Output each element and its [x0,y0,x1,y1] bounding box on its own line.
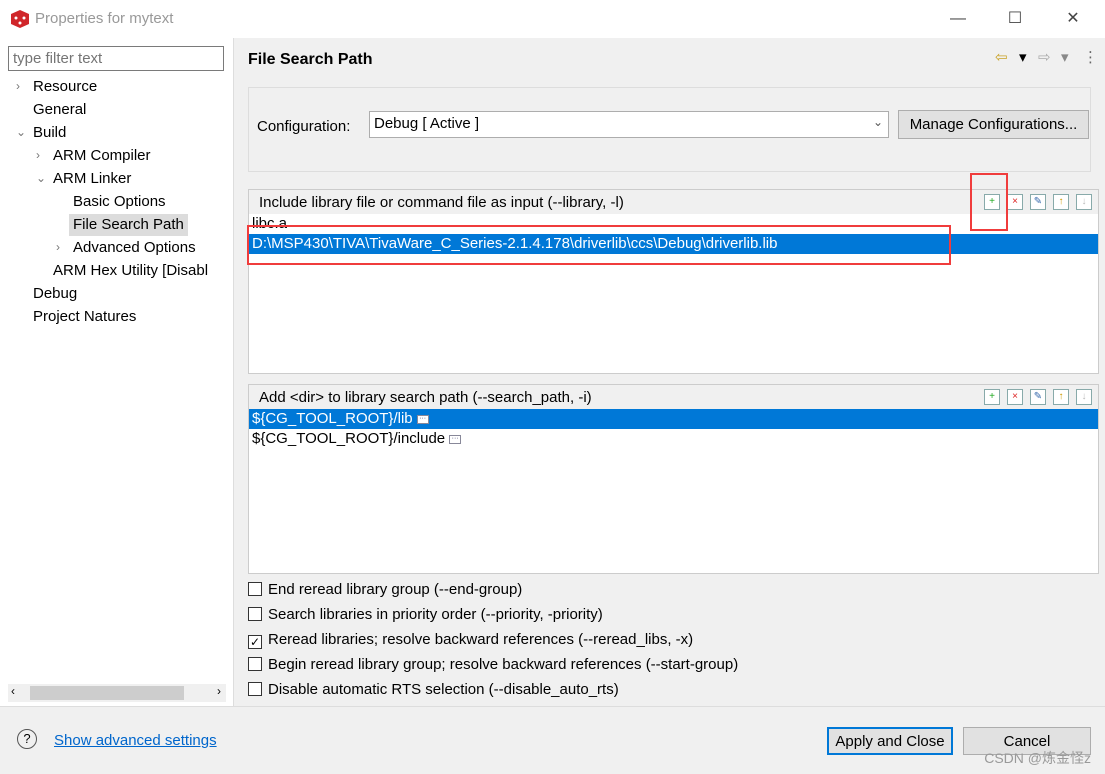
configuration-group: Configuration: Debug [ Active ] ⌄ Manage… [248,87,1091,172]
main-panel: File Search Path ⇦ ▾ ⇨ ▾ ⋮ Configuration… [235,38,1105,706]
sidebar-item[interactable]: General [29,99,90,121]
back-dropdown-icon[interactable]: ▾ [1019,48,1027,66]
checkbox-option[interactable]: Search libraries in priority order (--pr… [248,605,603,625]
configuration-select[interactable]: Debug [ Active ] ⌄ [369,111,889,138]
forward-dropdown-icon[interactable]: ▾ [1061,48,1069,66]
checkbox-option[interactable]: Begin reread library group; resolve back… [248,655,738,675]
annotation-box [970,173,1008,231]
manage-configurations-button[interactable]: Manage Configurations... [898,110,1089,139]
scroll-right-icon[interactable]: › [217,684,221,698]
forward-icon[interactable]: ⇨ [1038,48,1051,66]
maximize-button[interactable]: ☐ [995,6,1035,32]
sidebar-item[interactable]: Debug [29,283,81,305]
configuration-value: Debug [ Active ] [374,115,480,132]
move-up-icon[interactable]: ↑ [1053,389,1069,405]
scroll-left-icon[interactable]: ‹ [11,684,15,698]
back-icon[interactable]: ⇦ [995,48,1008,66]
checkbox-option[interactable]: Disable automatic RTS selection (--disab… [248,680,619,700]
edit-icon[interactable]: ✎ [1030,389,1046,405]
add-icon[interactable]: + [984,389,1000,405]
chevron-down-icon: ⌄ [872,115,883,129]
checkbox-label: Begin reread library group; resolve back… [268,656,739,673]
chevron-right-icon[interactable]: › [36,148,40,162]
close-button[interactable]: ✕ [1053,6,1093,32]
checkbox-option[interactable]: End reread library group (--end-group) [248,580,522,600]
page-title: File Search Path [248,51,373,68]
more-icon[interactable]: ··· [416,414,429,424]
title-bar: Properties for mytext — ☐ ✕ [0,0,1105,38]
sidebar-item[interactable]: ARM Linker [49,168,135,190]
checkbox[interactable] [248,657,262,671]
apply-and-close-button[interactable]: Apply and Close [827,727,953,755]
delete-icon[interactable]: × [1007,194,1023,210]
sidebar-item[interactable]: Basic Options [69,191,170,213]
sidebar-item[interactable]: Build [29,122,70,144]
sidebar: ›ResourceGeneral⌄Build›ARM Compiler⌄ARM … [0,38,234,706]
chevron-down-icon[interactable]: ⌄ [36,171,46,185]
sidebar-item[interactable]: Project Natures [29,306,140,328]
scrollbar-thumb[interactable] [30,686,184,700]
window-title: Properties for mytext [35,10,174,27]
view-menu-icon[interactable]: ⋮ [1083,48,1098,66]
chevron-down-icon[interactable]: ⌄ [16,125,26,139]
checkbox[interactable] [248,582,262,596]
sidebar-item[interactable]: File Search Path [69,214,188,236]
footer: ? Show advanced settings Apply and Close… [0,706,1105,774]
checkbox-option[interactable]: ✓ Reread libraries; resolve backward refe… [248,630,693,650]
search-panel-title: Add <dir> to library search path (--sear… [259,389,592,406]
checkbox[interactable] [248,607,262,621]
configuration-label: Configuration: [257,118,351,135]
search-panel-header: Add <dir> to library search path (--sear… [249,385,1098,409]
list-item-text: ${CG_TOOL_ROOT}/include [252,430,446,447]
app-icon [11,10,29,28]
show-advanced-settings-link[interactable]: Show advanced settings [54,732,217,749]
filter-input[interactable] [8,46,224,71]
more-icon[interactable]: ··· [449,434,462,444]
library-panel-title: Include library file or command file as … [259,194,624,211]
checkbox-label: Reread libraries; resolve backward refer… [268,631,694,648]
horizontal-scrollbar[interactable]: ‹ › [8,684,226,702]
move-down-icon[interactable]: ↓ [1076,194,1092,210]
list-item-text: ${CG_TOOL_ROOT}/lib [252,410,413,427]
watermark: CSDN @炼金怪z [984,750,1091,766]
checkbox[interactable] [248,682,262,696]
checkbox-label: End reread library group (--end-group) [268,581,523,598]
checkbox[interactable]: ✓ [248,635,262,649]
search-path-panel: Add <dir> to library search path (--sear… [248,384,1099,574]
edit-icon[interactable]: ✎ [1030,194,1046,210]
chevron-right-icon[interactable]: › [16,79,20,93]
sidebar-item[interactable]: Resource [29,76,101,98]
chevron-right-icon[interactable]: › [56,240,60,254]
sidebar-item[interactable]: ARM Hex Utility [Disabl [49,260,212,282]
help-icon[interactable]: ? [17,729,37,749]
delete-icon[interactable]: × [1007,389,1023,405]
move-down-icon[interactable]: ↓ [1076,389,1092,405]
checkbox-label: Search libraries in priority order (--pr… [268,606,603,623]
minimize-button[interactable]: — [938,6,978,32]
list-item[interactable]: ${CG_TOOL_ROOT}/include ··· [249,429,1098,449]
move-up-icon[interactable]: ↑ [1053,194,1069,210]
checkbox-label: Disable automatic RTS selection (--disab… [268,681,619,698]
sidebar-item[interactable]: ARM Compiler [49,145,155,167]
sidebar-item[interactable]: Advanced Options [69,237,200,259]
list-item[interactable]: ${CG_TOOL_ROOT}/lib ··· [249,409,1098,429]
annotation-box [247,225,951,265]
